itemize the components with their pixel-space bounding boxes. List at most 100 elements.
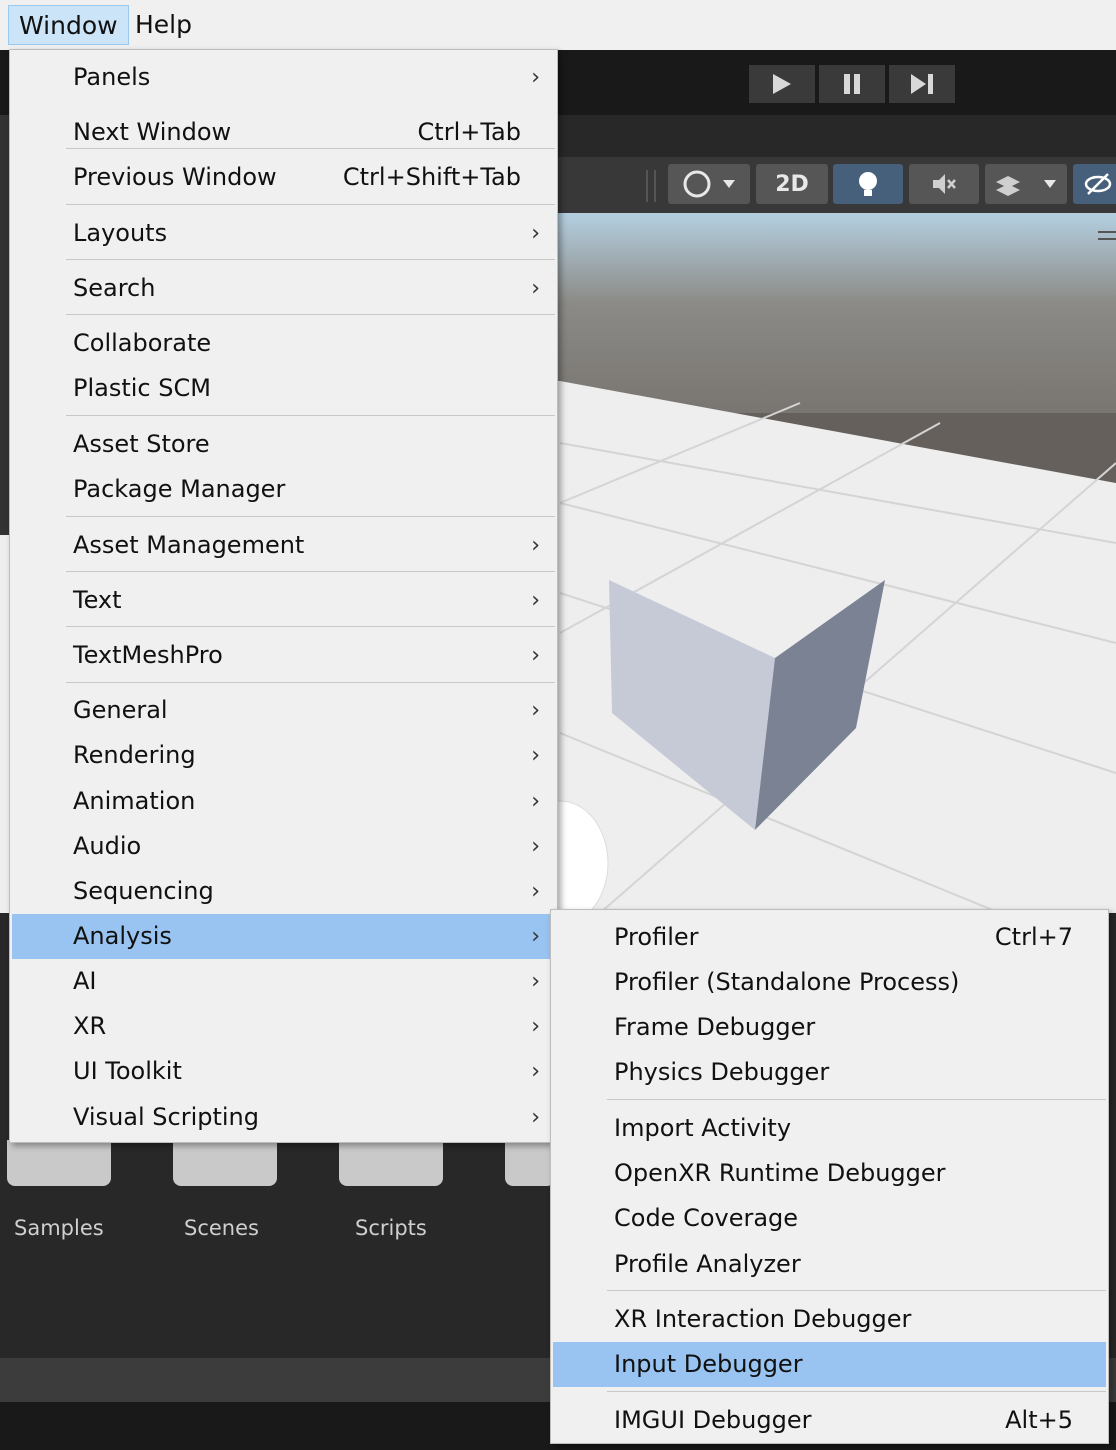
menu-item-plastic-scm[interactable]: Plastic SCM bbox=[12, 366, 555, 411]
menu-item-layouts[interactable]: Layouts › bbox=[12, 211, 555, 256]
menu-item-panels[interactable]: Panels › bbox=[12, 55, 555, 100]
menu-item-search[interactable]: Search › bbox=[12, 266, 555, 311]
menu-item-xr-interaction-debugger[interactable]: XR Interaction Debugger bbox=[553, 1297, 1106, 1342]
step-button[interactable] bbox=[889, 65, 955, 103]
toggle-2d-button[interactable]: 2D bbox=[756, 164, 828, 204]
scene-visibility-toggle[interactable] bbox=[1073, 164, 1116, 204]
folder-label[interactable]: Samples bbox=[14, 1216, 104, 1240]
menu-separator bbox=[66, 204, 555, 205]
menu-separator bbox=[66, 314, 555, 315]
menu-item-general[interactable]: General › bbox=[12, 688, 555, 733]
menu-item-textmeshpro[interactable]: TextMeshPro › bbox=[12, 633, 555, 678]
menu-item-audio[interactable]: Audio › bbox=[12, 824, 555, 869]
menu-item-label: TextMeshPro bbox=[73, 641, 223, 669]
menu-separator bbox=[66, 571, 555, 572]
menu-item-visual-scripting[interactable]: Visual Scripting › bbox=[12, 1095, 555, 1140]
menu-item-openxr-runtime-debugger[interactable]: OpenXR Runtime Debugger bbox=[553, 1151, 1106, 1196]
mute-speaker-icon bbox=[933, 174, 956, 194]
menu-separator bbox=[66, 148, 555, 149]
menu-item-label: Asset Management bbox=[73, 531, 305, 559]
menu-item-label: IMGUI Debugger bbox=[614, 1406, 812, 1434]
folder-icon[interactable] bbox=[505, 1140, 555, 1186]
menu-item-label: Code Coverage bbox=[614, 1204, 799, 1232]
menu-item-imgui-debugger[interactable]: IMGUI Debugger Alt+5 bbox=[553, 1398, 1106, 1443]
menu-item-package-manager[interactable]: Package Manager bbox=[12, 467, 555, 512]
menu-item-label: Profile Analyzer bbox=[614, 1250, 801, 1278]
menu-item-label: Layouts bbox=[73, 219, 168, 247]
menu-separator bbox=[66, 682, 555, 683]
menu-item-label: Physics Debugger bbox=[614, 1058, 830, 1086]
menu-item-label: Analysis bbox=[73, 922, 172, 950]
menu-item-analysis[interactable]: Analysis › bbox=[12, 914, 555, 959]
menu-item-label: Input Debugger bbox=[614, 1350, 803, 1378]
menu-item-label: XR Interaction Debugger bbox=[614, 1305, 912, 1333]
menu-item-rendering[interactable]: Rendering › bbox=[12, 733, 555, 778]
menu-help[interactable]: Help bbox=[125, 5, 202, 45]
menu-item-text[interactable]: Text › bbox=[12, 578, 555, 623]
folder-label[interactable]: Scripts bbox=[355, 1216, 427, 1240]
menu-separator bbox=[66, 626, 555, 627]
menu-bar: Window Help bbox=[0, 0, 1116, 50]
menu-item-asset-management[interactable]: Asset Management › bbox=[12, 523, 555, 568]
hidden-eye-icon bbox=[1084, 173, 1112, 195]
submenu-chevron-icon: › bbox=[531, 1059, 540, 1084]
submenu-chevron-icon: › bbox=[531, 276, 540, 301]
toolbar-divider bbox=[646, 170, 656, 202]
submenu-chevron-icon: › bbox=[531, 834, 540, 859]
menu-item-profiler[interactable]: Profiler Ctrl+7 bbox=[553, 915, 1106, 960]
submenu-chevron-icon: › bbox=[531, 221, 540, 246]
menu-item-label: Rendering bbox=[73, 741, 196, 769]
menu-item-sequencing[interactable]: Sequencing › bbox=[12, 869, 555, 914]
menu-separator bbox=[607, 1099, 1106, 1100]
draw-mode-dropdown[interactable] bbox=[668, 164, 750, 204]
window-menu: Panels › Next Window Ctrl+Tab Previous Windo… bbox=[9, 49, 558, 1143]
effects-dropdown[interactable] bbox=[985, 164, 1067, 204]
menu-item-ai[interactable]: AI › bbox=[12, 959, 555, 1004]
menu-item-asset-store[interactable]: Asset Store bbox=[12, 422, 555, 467]
menu-item-label: OpenXR Runtime Debugger bbox=[614, 1159, 946, 1187]
shading-sphere-icon bbox=[683, 170, 735, 198]
menu-separator bbox=[66, 415, 555, 416]
menu-item-profile-analyzer[interactable]: Profile Analyzer bbox=[553, 1242, 1106, 1287]
lighting-toggle[interactable] bbox=[833, 164, 903, 204]
menu-item-label: Profiler bbox=[614, 923, 699, 951]
play-icon bbox=[773, 74, 791, 94]
menu-item-label: Plastic SCM bbox=[73, 374, 211, 402]
menu-item-import-activity[interactable]: Import Activity bbox=[553, 1106, 1106, 1151]
submenu-chevron-icon: › bbox=[531, 879, 540, 904]
pause-button[interactable] bbox=[819, 65, 885, 103]
submenu-chevron-icon: › bbox=[531, 1014, 540, 1039]
menu-item-animation[interactable]: Animation › bbox=[12, 779, 555, 824]
submenu-chevron-icon: › bbox=[531, 924, 540, 949]
menu-item-previous-window[interactable]: Previous Window Ctrl+Shift+Tab bbox=[12, 155, 555, 200]
play-button[interactable] bbox=[749, 65, 815, 103]
menu-item-code-coverage[interactable]: Code Coverage bbox=[553, 1196, 1106, 1241]
folder-icon[interactable] bbox=[173, 1140, 277, 1186]
folder-icon[interactable] bbox=[7, 1140, 111, 1186]
menu-item-profiler-standalone-process[interactable]: Profiler (Standalone Process) bbox=[553, 960, 1106, 1005]
menu-item-physics-debugger[interactable]: Physics Debugger bbox=[553, 1050, 1106, 1095]
effects-layers-icon bbox=[996, 176, 1056, 196]
menu-item-xr[interactable]: XR › bbox=[12, 1004, 555, 1049]
pause-icon bbox=[844, 74, 860, 94]
menu-item-label: Profiler (Standalone Process) bbox=[614, 968, 960, 996]
menu-item-collaborate[interactable]: Collaborate bbox=[12, 321, 555, 366]
menu-separator bbox=[66, 259, 555, 260]
submenu-chevron-icon: › bbox=[531, 1105, 540, 1130]
submenu-chevron-icon: › bbox=[531, 969, 540, 994]
menu-item-frame-debugger[interactable]: Frame Debugger bbox=[553, 1005, 1106, 1050]
folder-label[interactable]: Scenes bbox=[184, 1216, 259, 1240]
menu-item-input-debugger[interactable]: Input Debugger bbox=[553, 1342, 1106, 1387]
submenu-chevron-icon: › bbox=[531, 743, 540, 768]
submenu-chevron-icon: › bbox=[531, 789, 540, 814]
menu-item-label: Package Manager bbox=[73, 475, 286, 503]
menu-item-shortcut: Alt+5 bbox=[1005, 1406, 1073, 1434]
audio-toggle[interactable] bbox=[909, 164, 979, 204]
menu-item-ui-toolkit[interactable]: UI Toolkit › bbox=[12, 1049, 555, 1094]
submenu-chevron-icon: › bbox=[531, 588, 540, 613]
menu-item-label: Panels bbox=[73, 63, 151, 91]
menu-window[interactable]: Window bbox=[8, 5, 129, 45]
menu-item-label: Visual Scripting bbox=[73, 1103, 259, 1131]
menu-item-label: Text bbox=[73, 586, 122, 614]
folder-icon[interactable] bbox=[339, 1140, 443, 1186]
